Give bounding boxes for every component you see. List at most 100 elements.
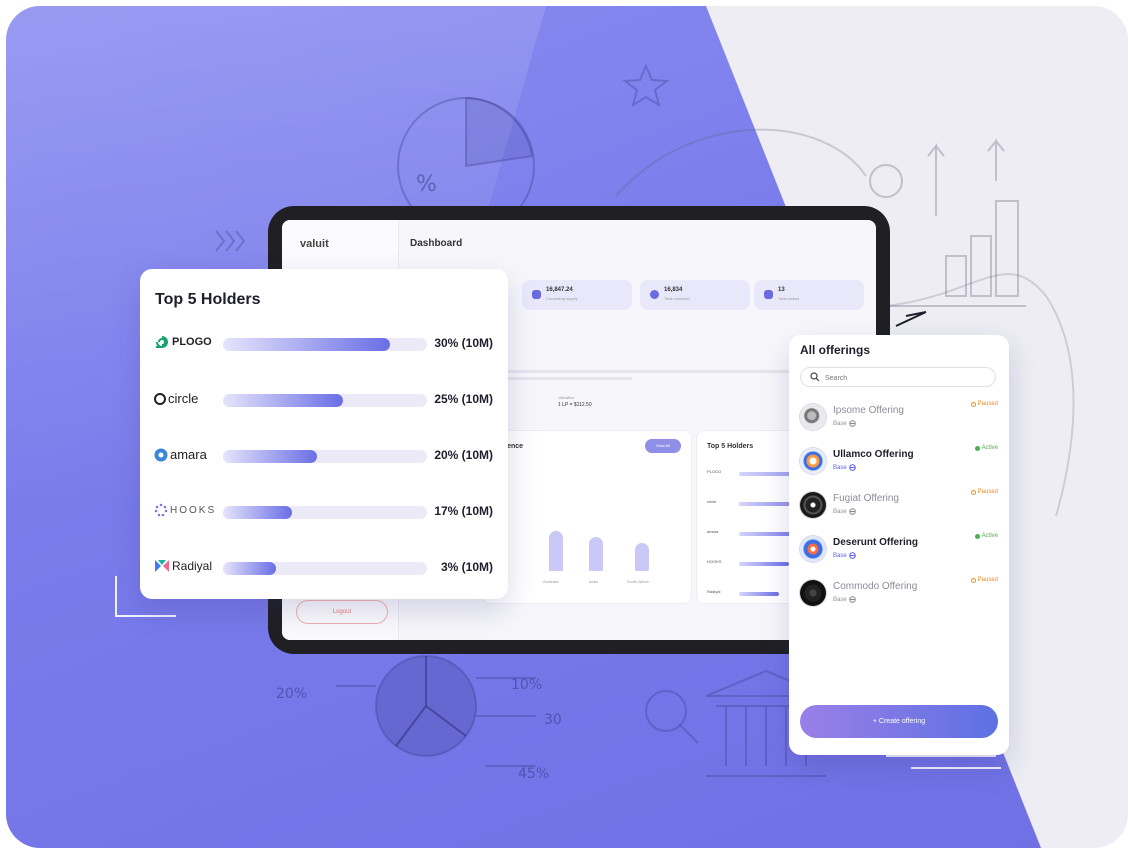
offering-name: Deserunt Offering — [833, 537, 919, 548]
holder-bar-fill — [223, 338, 391, 351]
top-holders-mini-title: Top 5 Holders — [707, 443, 754, 450]
stat-card-locked: 13 Total locked — [754, 280, 864, 310]
search-box[interactable] — [800, 367, 996, 387]
status-badge: Paused — [970, 401, 998, 407]
promo-stage: % 10% 20% 30 45% valuit Logout Dashboard… — [6, 6, 1128, 848]
offering-name: Ipsome Offering — [833, 405, 904, 416]
status-dot-icon — [974, 445, 980, 451]
amara-logo-icon — [154, 448, 168, 461]
base-network-icon — [848, 596, 856, 603]
status-dot-icon — [970, 401, 976, 407]
status-text: Paused — [977, 401, 998, 407]
bar-south-africa — [635, 543, 649, 571]
base-network-icon — [848, 508, 856, 515]
offerings-panel: All offerings Ipsome Offering Base Paused U… — [789, 335, 1009, 755]
holder-row-radiyal: Radiyal 3% (10M) — [140, 557, 508, 577]
holder-percent: 25% (10M) — [434, 392, 493, 406]
holder-bar-track — [223, 338, 427, 351]
offering-name: Ullamco Offering — [833, 449, 914, 460]
status-text: Active — [981, 445, 998, 451]
mini-holder-bar — [739, 592, 779, 596]
logout-button[interactable]: Logout — [296, 600, 388, 624]
holder-bar-track — [223, 450, 427, 463]
stat-label: Circulating supply — [546, 296, 578, 301]
offering-avatar — [800, 580, 826, 606]
stat-card-circulating: 16,847.24 Circulating supply — [522, 280, 632, 310]
check-icon — [650, 290, 659, 299]
status-text: Paused — [977, 489, 998, 495]
holder-row-plogo: PLOGO 30% (10M) — [140, 333, 508, 353]
offering-item[interactable]: Ipsome Offering Base Paused — [789, 401, 1009, 437]
top-holders-title: Top 5 Holders — [155, 291, 261, 308]
country-label: India — [589, 579, 598, 584]
holder-logo: PLOGO — [154, 335, 212, 349]
offering-item[interactable]: Fugiat Offering Base Paused — [789, 489, 1009, 525]
holder-bar-track — [223, 394, 427, 407]
offering-item[interactable]: Deserunt Offering Base Active — [789, 533, 1009, 569]
mini-holder-name: PLOGO — [707, 469, 722, 474]
stat-label: Total unlocked — [664, 296, 690, 301]
status-text: Active — [981, 533, 998, 539]
mini-holder-name: HOOKS — [707, 559, 722, 564]
search-input[interactable] — [823, 370, 987, 386]
sketch-label-20: 20% — [276, 686, 307, 702]
stat-card-unlocked: 16,834 Total unlocked — [640, 280, 750, 310]
holder-bar-fill — [223, 450, 317, 463]
offering-network: Base — [833, 420, 856, 427]
offerings-title: All offerings — [800, 343, 871, 357]
stat-label: Total locked — [778, 296, 800, 301]
page-title: Dashboard — [410, 238, 463, 249]
holder-name: circle — [168, 391, 199, 406]
status-badge: Active — [974, 533, 998, 539]
bar-india — [589, 537, 603, 571]
holder-name: PLOGO — [172, 336, 212, 348]
network-label: Base — [833, 464, 847, 471]
offering-name: Fugiat Offering — [833, 493, 899, 504]
holder-name: amara — [170, 447, 207, 462]
status-badge: Active — [974, 445, 998, 451]
holder-row-circle: circle 25% (10M) — [140, 389, 508, 409]
mini-holder-bar — [739, 562, 789, 566]
offering-item[interactable]: Ullamco Offering Base Active — [789, 445, 1009, 481]
offering-network: Base — [833, 508, 856, 515]
stat-value: 16,834 — [664, 287, 683, 293]
network-label: Base — [833, 508, 847, 515]
offering-network: Base — [833, 464, 856, 471]
mini-holder-name: circle — [707, 499, 717, 504]
document-icon — [532, 290, 541, 299]
offering-item[interactable]: Commodo Offering Base Paused — [789, 577, 1009, 613]
bar-australia — [549, 531, 563, 571]
country-label: South Africa — [627, 579, 649, 584]
holder-logo: HOOKS — [154, 503, 216, 517]
valuation-label: Valuation — [558, 395, 575, 400]
status-dot-icon — [970, 489, 976, 495]
lock-icon — [764, 290, 773, 299]
valuation-value: 1 LP = $112.50 — [558, 402, 592, 408]
holder-logo: amara — [154, 447, 207, 462]
mini-holder-name: amara — [707, 529, 719, 534]
sketch-label-10: 10% — [511, 677, 542, 693]
status-badge: Paused — [970, 489, 998, 495]
network-label: Base — [833, 596, 847, 603]
hooks-logo-icon — [154, 503, 168, 517]
holder-row-amara: amara 20% (10M) — [140, 445, 508, 465]
country-label: Australia — [543, 579, 559, 584]
offering-avatar — [800, 536, 826, 562]
stat-value: 13 — [778, 287, 785, 293]
status-dot-icon — [974, 533, 980, 539]
offering-avatar — [800, 448, 826, 474]
holder-row-hooks: HOOKS 17% (10M) — [140, 501, 508, 521]
base-network-icon — [848, 552, 856, 559]
sketch-label-45: 45% — [518, 766, 549, 782]
create-offering-button[interactable]: + Create offering — [800, 705, 998, 738]
offering-network: Base — [833, 596, 856, 603]
residence-card: sidence View All Australia India South A… — [482, 430, 692, 604]
stat-value: 16,847.24 — [546, 287, 573, 293]
view-all-button[interactable]: View All — [645, 439, 681, 453]
offering-network: Base — [833, 552, 856, 559]
sketch-label-30: 30 — [544, 712, 562, 728]
mini-holder-name: Radiyal — [707, 589, 721, 594]
status-text: Paused — [977, 577, 998, 583]
offering-avatar — [800, 492, 826, 518]
plogo-logo-icon — [156, 336, 168, 348]
